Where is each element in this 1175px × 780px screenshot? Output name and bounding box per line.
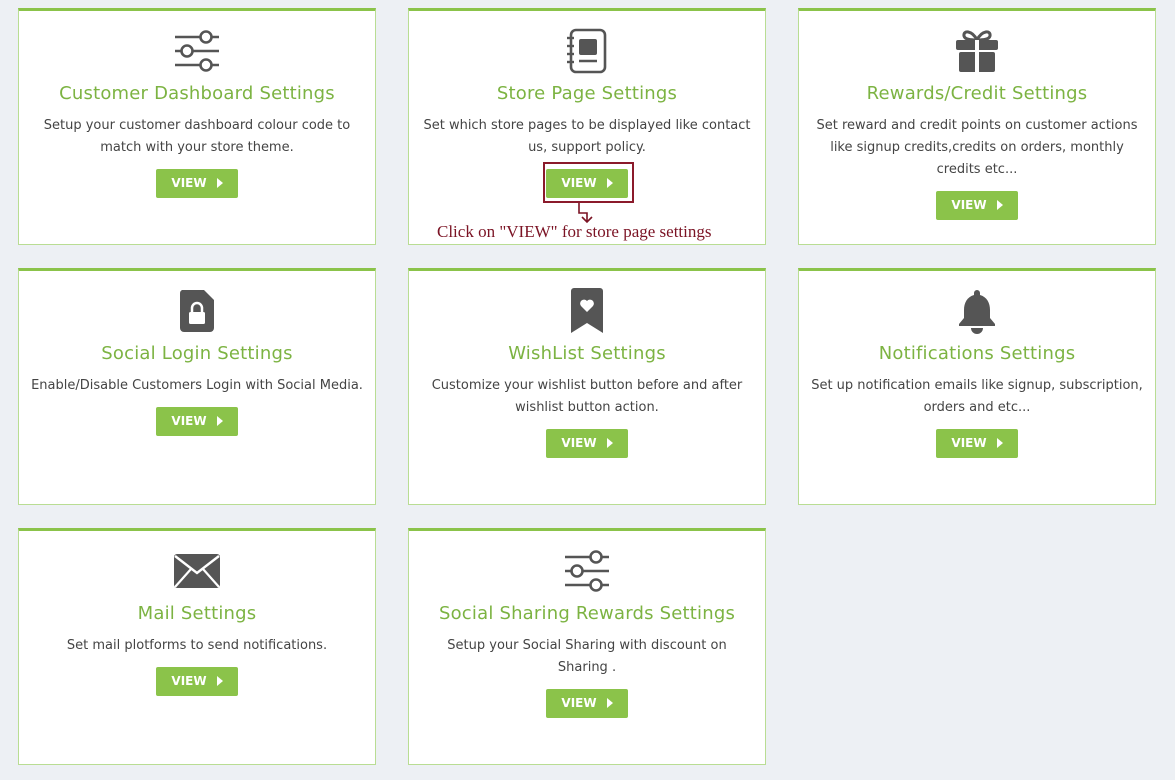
card-customer-dashboard: Customer Dashboard Settings Setup your c… — [18, 8, 376, 245]
view-button[interactable]: VIEW — [936, 429, 1018, 458]
card-description: Setup your customer dashboard colour cod… — [43, 118, 351, 155]
card-wishlist: WishList Settings Customize your wishlis… — [408, 268, 766, 505]
card-description: Customize your wishlist button before an… — [431, 378, 743, 415]
gift-icon — [952, 28, 1002, 74]
play-icon — [996, 438, 1003, 448]
play-icon — [216, 416, 223, 426]
card-social-login: Social Login Settings Enable/Disable Cus… — [18, 268, 376, 505]
card-mail: Mail Settings Set mail plotforms to send… — [18, 528, 376, 765]
card-description: Setup your Social Sharing with discount … — [447, 638, 727, 675]
sliders-icon — [172, 28, 222, 74]
card-rewards-credit: Rewards/Credit Settings Set reward and c… — [798, 8, 1156, 245]
card-description: Set mail plotforms to send notifications… — [66, 638, 328, 653]
view-label: VIEW — [171, 414, 207, 428]
annotation-arrow-icon — [578, 203, 593, 224]
envelope-icon — [172, 548, 222, 594]
bookmark-heart-icon — [562, 288, 612, 334]
annotation-text: Click on "VIEW" for store page settings — [437, 222, 712, 241]
view-label: VIEW — [951, 436, 987, 450]
card-notifications: Notifications Settings Set up notificati… — [798, 268, 1156, 505]
view-label: VIEW — [951, 198, 987, 212]
card-description: Set reward and credit points on customer… — [816, 118, 1138, 177]
card-social-sharing: Social Sharing Rewards Settings Setup yo… — [408, 528, 766, 765]
bell-icon — [952, 288, 1002, 334]
view-button[interactable]: VIEW — [156, 667, 238, 696]
card-title: Customer Dashboard Settings — [59, 83, 335, 104]
card-title: Rewards/Credit Settings — [866, 83, 1088, 104]
card-title: Notifications Settings — [878, 343, 1076, 364]
card-description: Set which store pages to be displayed li… — [423, 118, 751, 155]
view-label: VIEW — [171, 674, 207, 688]
view-label: VIEW — [561, 696, 597, 710]
play-icon — [996, 200, 1003, 210]
card-description: Set up notification emails like signup, … — [811, 378, 1143, 415]
notebook-icon — [562, 28, 612, 74]
play-icon — [216, 178, 223, 188]
view-button[interactable]: VIEW — [936, 191, 1018, 220]
card-title: Store Page Settings — [496, 83, 678, 104]
play-icon — [606, 698, 613, 708]
file-lock-icon — [172, 288, 222, 334]
view-button[interactable]: VIEW — [156, 169, 238, 198]
card-description: Enable/Disable Customers Login with Soci… — [31, 378, 363, 393]
play-icon — [216, 676, 223, 686]
view-button[interactable]: VIEW — [156, 407, 238, 436]
card-title: Social Sharing Rewards Settings — [438, 603, 736, 624]
card-title: WishList Settings — [508, 343, 666, 364]
view-label: VIEW — [561, 436, 597, 450]
view-button-highlight-box — [543, 162, 634, 203]
view-button[interactable]: VIEW — [546, 429, 628, 458]
card-title: Mail Settings — [137, 603, 257, 624]
view-label: VIEW — [171, 176, 207, 190]
card-title: Social Login Settings — [101, 343, 293, 364]
sliders-icon — [562, 548, 612, 594]
play-icon — [606, 438, 613, 448]
view-button[interactable]: VIEW — [546, 689, 628, 718]
